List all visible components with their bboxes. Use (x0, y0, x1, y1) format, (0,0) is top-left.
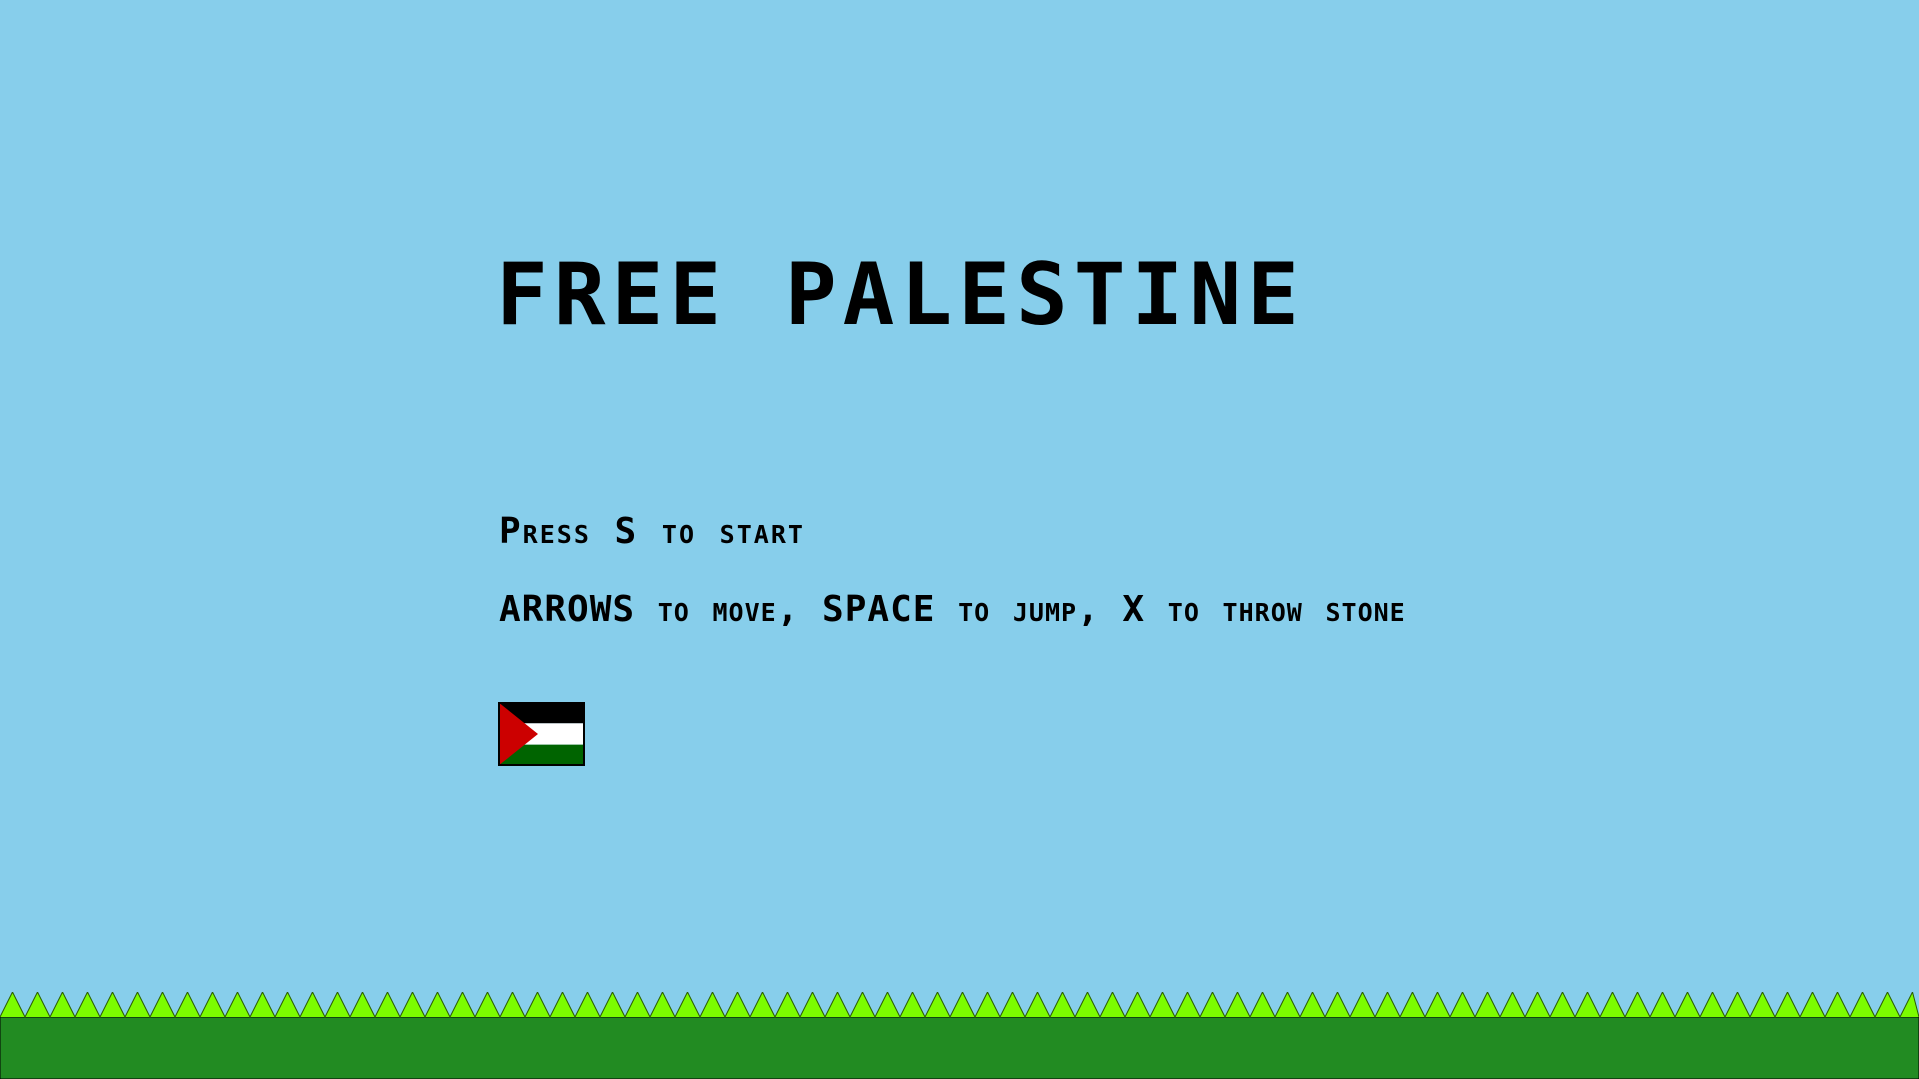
game-screen[interactable]: FREE PALESTINE Press S to start ARROWS t… (0, 0, 1919, 1079)
controls-instruction: ARROWS to move, SPACE to jump, X to thro… (499, 589, 1406, 630)
grass-spike-row (0, 992, 1919, 1019)
start-instruction: Press S to start (499, 511, 805, 552)
ground (0, 992, 1919, 1079)
game-title: FREE PALESTINE (496, 245, 1305, 345)
grass-spikes (0, 992, 1919, 1019)
palestine-flag-icon (498, 702, 585, 766)
